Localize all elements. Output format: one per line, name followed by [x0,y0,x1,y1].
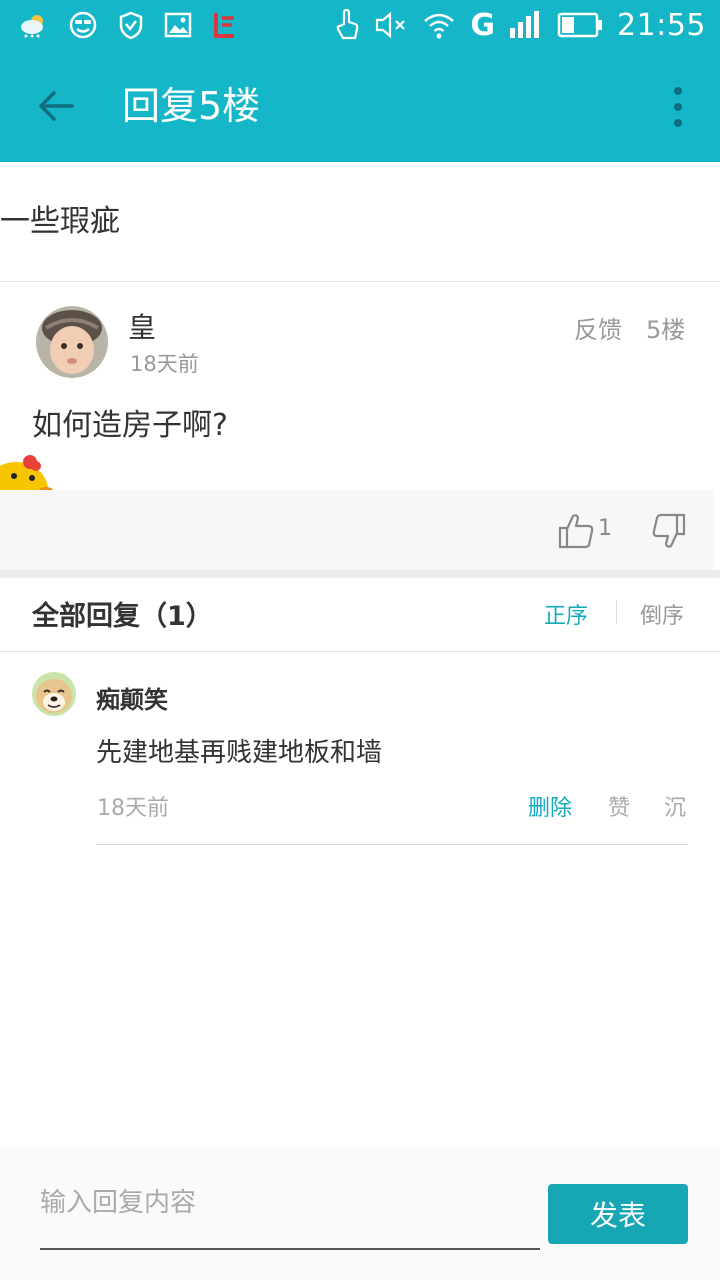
app-bar: 回复5楼 [0,50,720,162]
send-button[interactable]: 发表 [548,1184,688,1244]
weather-icon [21,15,43,38]
reply-like-button[interactable]: 赞 [608,790,630,822]
more-vert-icon-dot [674,103,682,111]
mute-icon [376,11,406,39]
network-type-label: G [470,7,496,43]
touch-icon [337,8,359,40]
wifi-icon [424,13,455,39]
reply-input-wrapper [40,1178,540,1250]
all-replies-title: 全部回复（1） [32,601,213,632]
le-logo-icon [214,13,234,38]
like-count: 1 [598,516,612,541]
floor-label: 5楼 [646,316,686,344]
status-bar: G 21:55 [0,0,720,50]
shield-icon [119,11,143,40]
image-icon [164,12,192,38]
more-vert-icon-dot [674,119,682,127]
battery-icon [557,12,603,38]
back-arrow-icon [39,91,74,121]
reply-divider [96,844,688,845]
more-options-button[interactable] [666,82,690,132]
avatar[interactable] [36,306,108,378]
reply-sink-button[interactable]: 沉 [664,790,686,822]
reply-avatar[interactable] [32,672,76,716]
divider [0,651,720,652]
feedback-link[interactable]: 反馈 [574,310,622,345]
delete-button[interactable]: 删除 [528,790,572,822]
dog-avatar-image [32,672,76,716]
thumbs-down-icon[interactable] [652,512,688,550]
reply-input[interactable] [40,1178,540,1228]
reply-content: 先建地基再贱建地板和墙 [96,738,383,768]
reply-time: 18天前 [97,796,169,821]
post-author[interactable]: 皇 [128,306,156,346]
post-content: 如何造房子啊? [32,408,228,443]
more-vert-icon-dot [674,87,682,95]
thumbs-up-icon[interactable] [556,512,596,550]
back-button[interactable] [30,80,82,132]
section-separator [0,570,720,578]
quoted-text: 一些瑕疵 [0,204,120,239]
sort-ascending-tab[interactable]: 正序 [544,598,588,630]
divider [0,281,720,282]
signal-icon [510,11,540,38]
smiley-icon [69,11,97,39]
sort-divider [616,600,617,624]
sort-descending-tab[interactable]: 倒序 [640,598,684,630]
reply-author[interactable]: 痴颠笑 [96,680,168,715]
status-right-icons: G 21:55 [334,6,706,44]
baby-avatar-image [36,306,108,378]
status-left-icons [20,8,238,42]
page-title: 回复5楼 [122,84,261,128]
status-time: 21:55 [617,7,706,43]
post-time: 18天前 [130,352,199,376]
